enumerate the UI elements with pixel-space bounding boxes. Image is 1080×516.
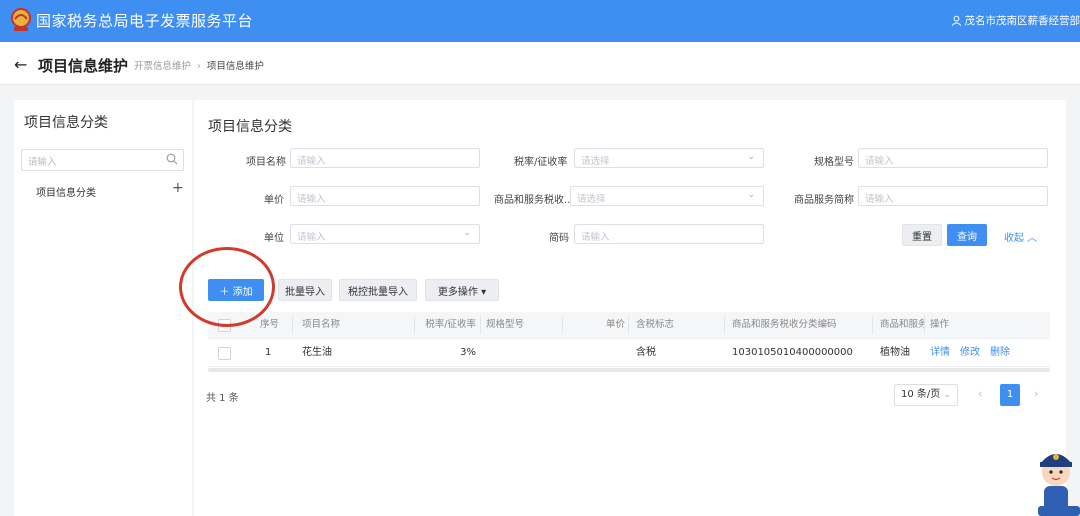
user-name: 茂名市茂南区薪香经营部 — [964, 15, 1080, 27]
row-name: 花生油 — [302, 347, 332, 358]
tax-rate-label: 税率/征收率 — [514, 157, 568, 168]
breadcrumb-separator-icon: › — [197, 61, 201, 72]
column-separator — [562, 316, 563, 334]
select-all-checkbox[interactable] — [218, 319, 231, 332]
short-name-label: 商品服务简称 — [794, 195, 854, 206]
row-checkbox[interactable] — [218, 347, 231, 360]
item-name-input[interactable] — [291, 152, 457, 171]
item-name-label: 项目名称 — [246, 157, 286, 168]
short-name-input[interactable] — [859, 190, 1025, 209]
row-detail-link[interactable]: 详情 — [930, 340, 950, 366]
category-search — [21, 149, 184, 172]
left-panel-title: 项目信息分类 — [24, 115, 108, 131]
row-index: 1 — [265, 347, 272, 358]
tax-officer-mascot-icon — [1038, 454, 1080, 516]
unit-input[interactable] — [291, 228, 457, 247]
column-separator — [924, 316, 925, 334]
row-tax-code: 1030105010400000000 — [732, 347, 853, 358]
next-page-icon[interactable]: › — [1034, 387, 1038, 400]
add-category-icon[interactable]: + — [172, 180, 184, 196]
chevron-down-icon: ⌄ — [943, 390, 951, 400]
breadcrumb-item-current: 项目信息维护 — [206, 61, 264, 72]
collapse-link[interactable]: 收起 ︿ — [1004, 229, 1037, 244]
column-header-category: 商品和服务 — [880, 319, 924, 330]
add-button[interactable]: ＋ 添加 — [208, 279, 264, 301]
row-category: 植物油 — [880, 347, 910, 358]
column-header-tax-code: 商品和服务税收分类编码 — [732, 319, 837, 330]
column-separator — [872, 316, 873, 334]
column-separator — [480, 316, 481, 334]
main-panel: 项目信息分类 项目名称 税率/征收率 ⌄ 规格型号 单价 商品和服务税收... … — [194, 100, 1066, 516]
tax-code-label: 商品和服务税收... — [494, 195, 574, 206]
spec-label: 规格型号 — [814, 157, 854, 168]
column-header-price: 单价 — [606, 319, 626, 330]
breadcrumb: 开票信息维护 › 项目信息维护 — [134, 58, 264, 72]
unit-price-input[interactable] — [291, 190, 457, 209]
breadcrumb-item-invoice-info[interactable]: 开票信息维护 — [134, 61, 191, 72]
row-delete-link[interactable]: 删除 — [990, 340, 1010, 366]
column-separator — [414, 316, 415, 334]
tax-code-input[interactable] — [571, 190, 741, 209]
column-header-actions: 操作 — [930, 319, 950, 330]
batch-import-button[interactable]: 批量导入 — [278, 279, 332, 301]
column-header-name: 项目名称 — [302, 319, 341, 330]
chevron-down-icon: ⌄ — [747, 152, 755, 162]
spec-field — [858, 148, 1048, 171]
search-icon[interactable] — [166, 153, 178, 165]
reset-button[interactable]: 重置 — [902, 224, 942, 246]
main-title: 项目信息分类 — [208, 119, 292, 135]
category-search-input[interactable] — [22, 153, 158, 172]
back-arrow-icon[interactable]: ← — [14, 55, 27, 74]
short-name-field — [858, 186, 1048, 209]
table-row: 1 花生油 3% 含税 1030105010400000000 植物油 详情 修… — [208, 340, 1050, 367]
column-header-tax-flag: 含税标志 — [636, 319, 675, 330]
current-page-button[interactable]: 1 — [1000, 384, 1020, 406]
user-menu[interactable]: 茂名市茂南区薪香经营部 — [951, 13, 1080, 28]
column-header-spec: 规格型号 — [486, 319, 525, 330]
chevron-down-icon: ⌄ — [463, 228, 471, 238]
spec-input[interactable] — [859, 152, 1025, 171]
top-header: 国家税务总局电子发票服务平台 茂名市茂南区薪香经营部 — [0, 0, 1080, 42]
tax-code-select[interactable]: ⌄ — [570, 186, 764, 209]
tax-rate-input[interactable] — [575, 152, 741, 171]
column-separator — [724, 316, 725, 334]
column-separator — [292, 316, 293, 334]
tax-batch-import-button[interactable]: 税控批量导入 — [339, 279, 417, 301]
user-icon — [951, 15, 961, 26]
unit-price-field — [290, 186, 480, 209]
column-header-index: 序号 — [260, 319, 280, 330]
prev-page-icon[interactable]: ‹ — [978, 387, 982, 400]
breadcrumb-bar: ← 项目信息维护 开票信息维护 › 项目信息维护 — [0, 42, 1080, 85]
more-actions-button[interactable]: 更多操作 ▾ — [425, 279, 499, 301]
unit-select[interactable]: ⌄ — [290, 224, 480, 247]
table-header: 序号 项目名称 税率/征收率 规格型号 单价 含税标志 商品和服务税收分类编码 … — [208, 312, 1050, 339]
tree-item-category[interactable]: 项目信息分类 — [36, 184, 96, 199]
item-name-field — [290, 148, 480, 171]
column-separator — [628, 316, 629, 334]
column-header-rate: 税率/征收率 — [425, 319, 476, 330]
app-title: 国家税务总局电子发票服务平台 — [36, 12, 254, 30]
row-rate: 3% — [460, 347, 476, 358]
short-code-input[interactable] — [575, 228, 741, 247]
short-code-field — [574, 224, 764, 247]
unit-price-label: 单价 — [264, 195, 284, 206]
row-edit-link[interactable]: 修改 — [960, 340, 980, 366]
unit-label: 单位 — [264, 233, 284, 244]
total-count: 共 1 条 — [206, 393, 239, 404]
left-panel: 项目信息分类 项目信息分类 + — [14, 100, 192, 516]
horizontal-scrollbar[interactable] — [208, 368, 1050, 372]
search-button[interactable]: 查询 — [947, 224, 987, 246]
tax-emblem-icon — [11, 8, 31, 31]
short-code-label: 简码 — [549, 233, 569, 244]
page-size-value: 10 条/页 — [901, 389, 941, 400]
page-size-select[interactable]: 10 条/页 ⌄ — [894, 384, 958, 406]
row-tax-flag: 含税 — [636, 347, 656, 358]
chevron-down-icon: ⌄ — [747, 190, 755, 200]
page-title: 项目信息维护 — [38, 57, 129, 75]
tax-rate-select[interactable]: ⌄ — [574, 148, 764, 171]
